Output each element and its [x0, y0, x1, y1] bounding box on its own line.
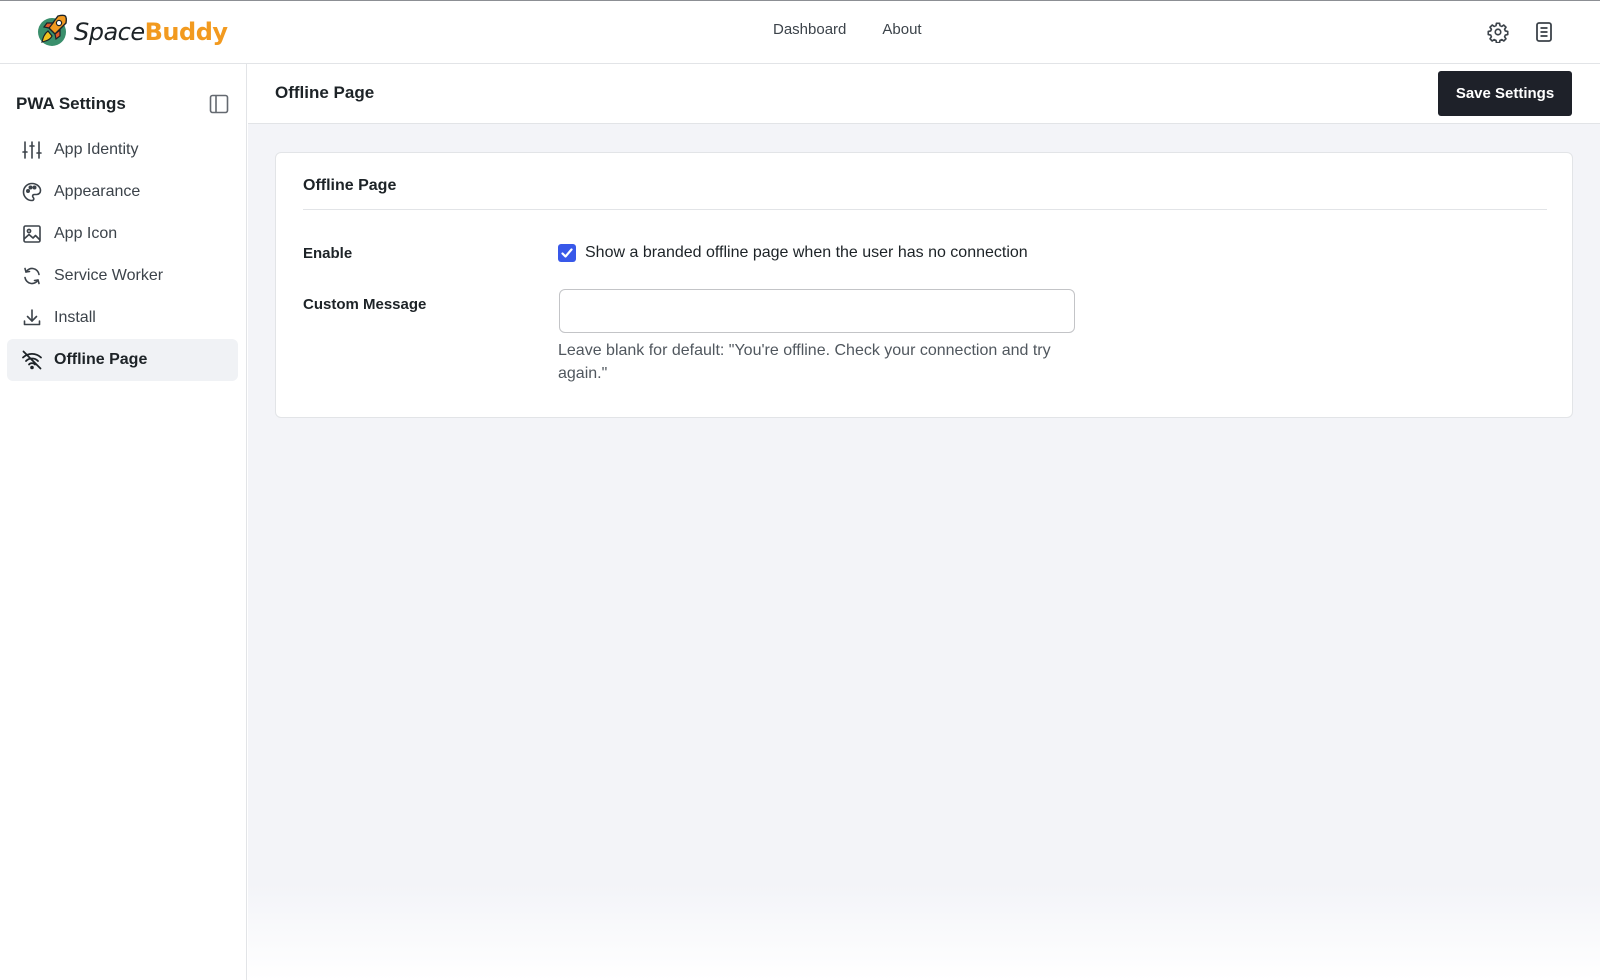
brand-name-part1: Space [74, 18, 145, 46]
download-icon [21, 307, 43, 329]
refresh-icon [21, 265, 43, 287]
nav-link-about[interactable]: About [882, 21, 921, 38]
sidebar-item-appearance[interactable]: Appearance [7, 171, 238, 213]
sidebar-item-label: Install [54, 309, 96, 326]
rocket-icon [36, 12, 70, 53]
sidebar-item-label: Offline Page [54, 351, 148, 368]
sidebar-item-install[interactable]: Install [7, 297, 238, 339]
custom-message-help: Leave blank for default: "You're offline… [558, 342, 1051, 382]
top-icons [1486, 20, 1556, 44]
custom-message-label: Custom Message [303, 296, 427, 313]
nav-link-dashboard[interactable]: Dashboard [773, 21, 846, 38]
enable-label: Enable [303, 245, 353, 262]
brand-name: SpaceBuddy [74, 18, 228, 46]
page-title: Offline Page [275, 83, 375, 102]
sidebar-toggle-icon[interactable] [207, 92, 231, 116]
sidebar: PWA Settings App Identity Appearance App… [0, 64, 247, 980]
top-bar: SpaceBuddy Dashboard About [0, 0, 1600, 64]
save-settings-button[interactable]: Save Settings [1438, 71, 1572, 116]
wifi-off-icon [21, 349, 43, 371]
sidebar-item-label: Service Worker [54, 267, 164, 284]
sidebar-item-app-icon[interactable]: App Icon [7, 213, 238, 255]
sidebar-item-label: App Identity [54, 141, 139, 158]
brand-name-part2: Buddy [144, 18, 228, 46]
main-content: Offline Page Save Settings Offline Page … [248, 64, 1600, 980]
sidebar-item-offline-page[interactable]: Offline Page [7, 339, 238, 381]
sidebar-item-label: App Icon [54, 225, 118, 242]
card-divider [303, 209, 1547, 210]
enable-checkbox[interactable] [558, 244, 576, 262]
sidebar-item-label: Appearance [54, 183, 141, 200]
custom-message-input[interactable] [559, 289, 1075, 333]
sidebar-nav: App Identity Appearance App Icon Service… [7, 129, 238, 381]
enable-checkbox-label: Show a branded offline page when the use… [585, 244, 1028, 261]
top-nav: Dashboard About [773, 21, 922, 38]
enable-checkbox-row[interactable]: Show a branded offline page when the use… [558, 244, 1028, 262]
gear-icon[interactable] [1486, 20, 1510, 44]
document-icon[interactable] [1532, 20, 1556, 44]
sidebar-title: PWA Settings [16, 94, 126, 113]
card-title: Offline Page [303, 177, 397, 194]
palette-icon [21, 181, 43, 203]
sidebar-item-service-worker[interactable]: Service Worker [7, 255, 238, 297]
image-icon [21, 223, 43, 245]
sidebar-header: PWA Settings [16, 88, 231, 120]
main-header: Offline Page Save Settings [248, 64, 1600, 124]
sliders-icon [21, 139, 43, 161]
offline-page-card: Offline Page Enable Show a branded offli… [275, 152, 1573, 418]
sidebar-item-app-identity[interactable]: App Identity [7, 129, 238, 171]
brand-logo[interactable]: SpaceBuddy [36, 13, 228, 51]
